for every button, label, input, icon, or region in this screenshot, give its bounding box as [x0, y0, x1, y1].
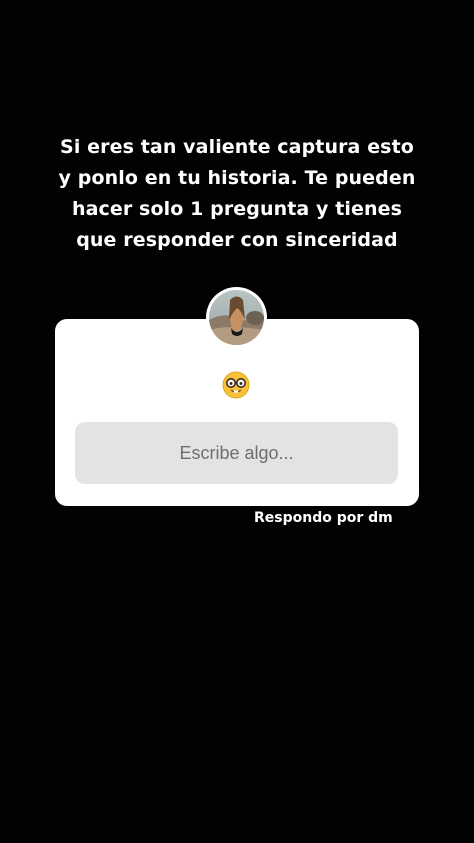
headline-line: que responder con sinceridad [76, 229, 398, 251]
question-response-input[interactable]: Escribe algo... [75, 422, 398, 484]
story-headline: Si eres tan valiente captura esto y ponl… [30, 132, 444, 256]
headline-line: Si eres tan valiente captura esto [60, 136, 414, 158]
profile-photo-icon [209, 290, 264, 345]
headline-line: hacer solo 1 pregunta y tienes [71, 198, 403, 220]
story-caption: Respondo por dm [254, 510, 393, 526]
headline-line: y ponlo en tu historia. Te pueden [58, 167, 416, 189]
input-placeholder: Escribe algo... [179, 442, 294, 463]
story-canvas: Si eres tan valiente captura esto y ponl… [0, 0, 474, 843]
nerd-face-emoji-icon [221, 370, 251, 400]
avatar [206, 287, 267, 348]
